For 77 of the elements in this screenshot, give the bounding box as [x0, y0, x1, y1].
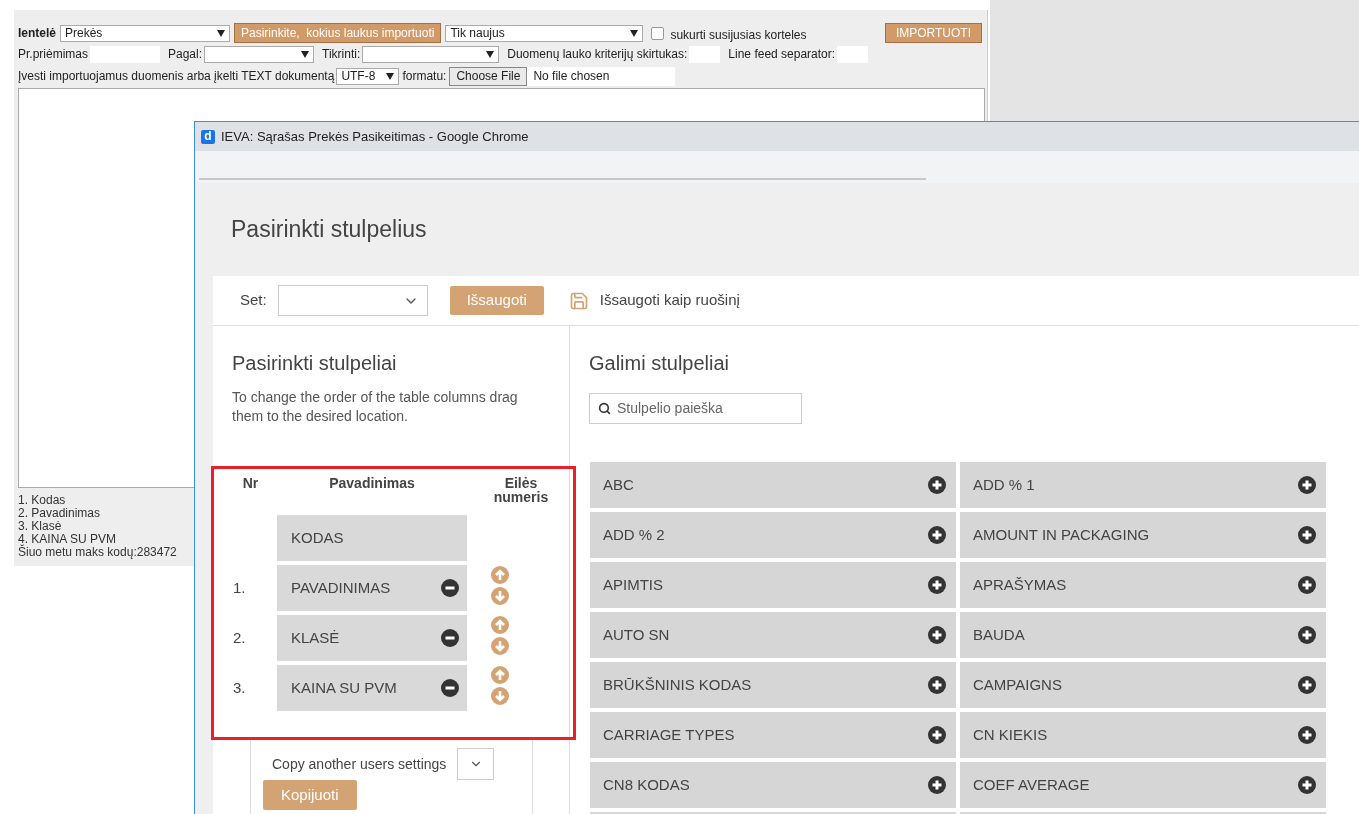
column-tile[interactable]: CN KIEKIS	[960, 712, 1326, 758]
field-label: formatu:	[402, 68, 447, 85]
caret-icon	[486, 50, 495, 58]
add-icon[interactable]	[1298, 676, 1316, 694]
field-list-item: 2. Pavadinimas	[18, 507, 101, 520]
column-tile[interactable]: APIMTIS	[590, 562, 956, 608]
checkbox[interactable]	[651, 26, 665, 40]
mode-select[interactable]: Tik naujus	[445, 24, 644, 42]
save-template-link[interactable]: Išsaugoti kaip ruošinį	[599, 289, 740, 312]
caret-icon	[386, 72, 395, 80]
add-icon[interactable]	[928, 726, 946, 744]
app-logo: d	[201, 129, 215, 144]
search-field[interactable]: Stulpelio paieška	[589, 393, 802, 424]
column-tile[interactable]: COEF AVERAGE	[960, 762, 1326, 808]
column-tile[interactable]: PAVADINIMAS	[277, 565, 467, 611]
column-tile[interactable]: KAINA SU PVM	[277, 665, 467, 711]
max-code-text: Šiuo metu maks kodų:283472	[18, 546, 177, 559]
row-number: 1.	[232, 577, 247, 598]
field-label: Ientelė	[18, 25, 56, 42]
field-label: Line feed separator:	[728, 46, 836, 63]
add-icon[interactable]	[928, 776, 946, 794]
field-label: Pagal:	[168, 46, 203, 63]
column-tile[interactable]: ADD % 1	[960, 462, 1326, 508]
add-icon[interactable]	[1298, 726, 1316, 744]
caret-icon	[301, 50, 310, 58]
upload-label: Įvesti importuojamus duomenis arba įkelti TEXT dokumentą	[18, 68, 335, 85]
add-icon[interactable]	[928, 576, 946, 594]
checkbox-label: sukurti susijusias korteles	[670, 26, 807, 44]
column-tile[interactable]: AMOUNT IN PACKAGING	[960, 512, 1326, 558]
add-icon[interactable]	[1298, 626, 1316, 644]
copy-settings-label: Copy another users settings	[272, 754, 447, 774]
column-header: Nr	[241, 476, 260, 493]
column-header: Pavadinimas	[328, 476, 416, 493]
column-tile[interactable]: CN8 KODAS	[590, 762, 956, 808]
column-tile: KODAS	[277, 515, 467, 561]
field-list-item: 3. Klasė	[18, 520, 62, 533]
dialog-heading: Pasirinkti stulpelius	[231, 215, 428, 243]
add-icon[interactable]	[928, 626, 946, 644]
choose-file-button[interactable]: Choose File	[449, 66, 528, 86]
caret-icon	[630, 29, 639, 37]
field-list-item: 1. Kodas	[18, 494, 66, 507]
field-label: Duomenų lauko kriterijų skirtukas:	[507, 46, 688, 63]
remove-icon[interactable]	[441, 679, 459, 697]
encoding-select[interactable]: UTF-8	[336, 67, 400, 85]
column-tile[interactable]: APRAŠYMAS	[960, 562, 1326, 608]
table-select[interactable]: Prekės	[60, 24, 230, 42]
row-number: 2.	[232, 627, 247, 648]
column-tile[interactable]: CAMPAIGNS	[960, 662, 1326, 708]
window-title: IEVA: Sąrašas Prekės Pasikeitimas - Google Chrome	[221, 127, 529, 146]
column-tile[interactable]: ADD % 2	[590, 512, 956, 558]
add-icon[interactable]	[1298, 526, 1316, 544]
caret-icon	[217, 29, 225, 37]
column-tile[interactable]: ABC	[590, 462, 956, 508]
add-icon[interactable]	[1298, 576, 1316, 594]
add-icon[interactable]	[928, 476, 946, 494]
search-icon	[598, 402, 611, 415]
column-tile[interactable]: CARRIAGE TYPES	[590, 712, 956, 758]
set-label: Set:	[240, 290, 267, 311]
column-header: Eilės numeris	[492, 476, 550, 507]
section-heading: Galimi stulpeliai	[589, 351, 731, 376]
column-tile[interactable]: BAUDA	[960, 612, 1326, 658]
add-icon[interactable]	[928, 526, 946, 544]
remove-icon[interactable]	[441, 579, 459, 597]
column-tile[interactable]: KLASĖ	[277, 615, 467, 661]
file-status: No file chosen	[533, 68, 610, 85]
hint-text: To change the order of the table columns drag them to the desired location.	[232, 388, 519, 426]
column-tile[interactable]: AUTO SN	[590, 612, 956, 658]
add-icon[interactable]	[1298, 476, 1316, 494]
remove-icon[interactable]	[441, 629, 459, 647]
section-heading: Pasirinkti stulpeliai	[232, 351, 398, 376]
field-label: Pr.priėmimas	[18, 46, 88, 63]
file-input[interactable]: Choose File No file chosen	[449, 66, 676, 86]
row-number: 3.	[232, 677, 247, 698]
field-label: Tikrinti:	[322, 46, 361, 63]
add-icon[interactable]	[928, 676, 946, 694]
column-tile[interactable]: BRŪKŠNINIS KODAS	[590, 662, 956, 708]
add-icon[interactable]	[1298, 776, 1316, 794]
